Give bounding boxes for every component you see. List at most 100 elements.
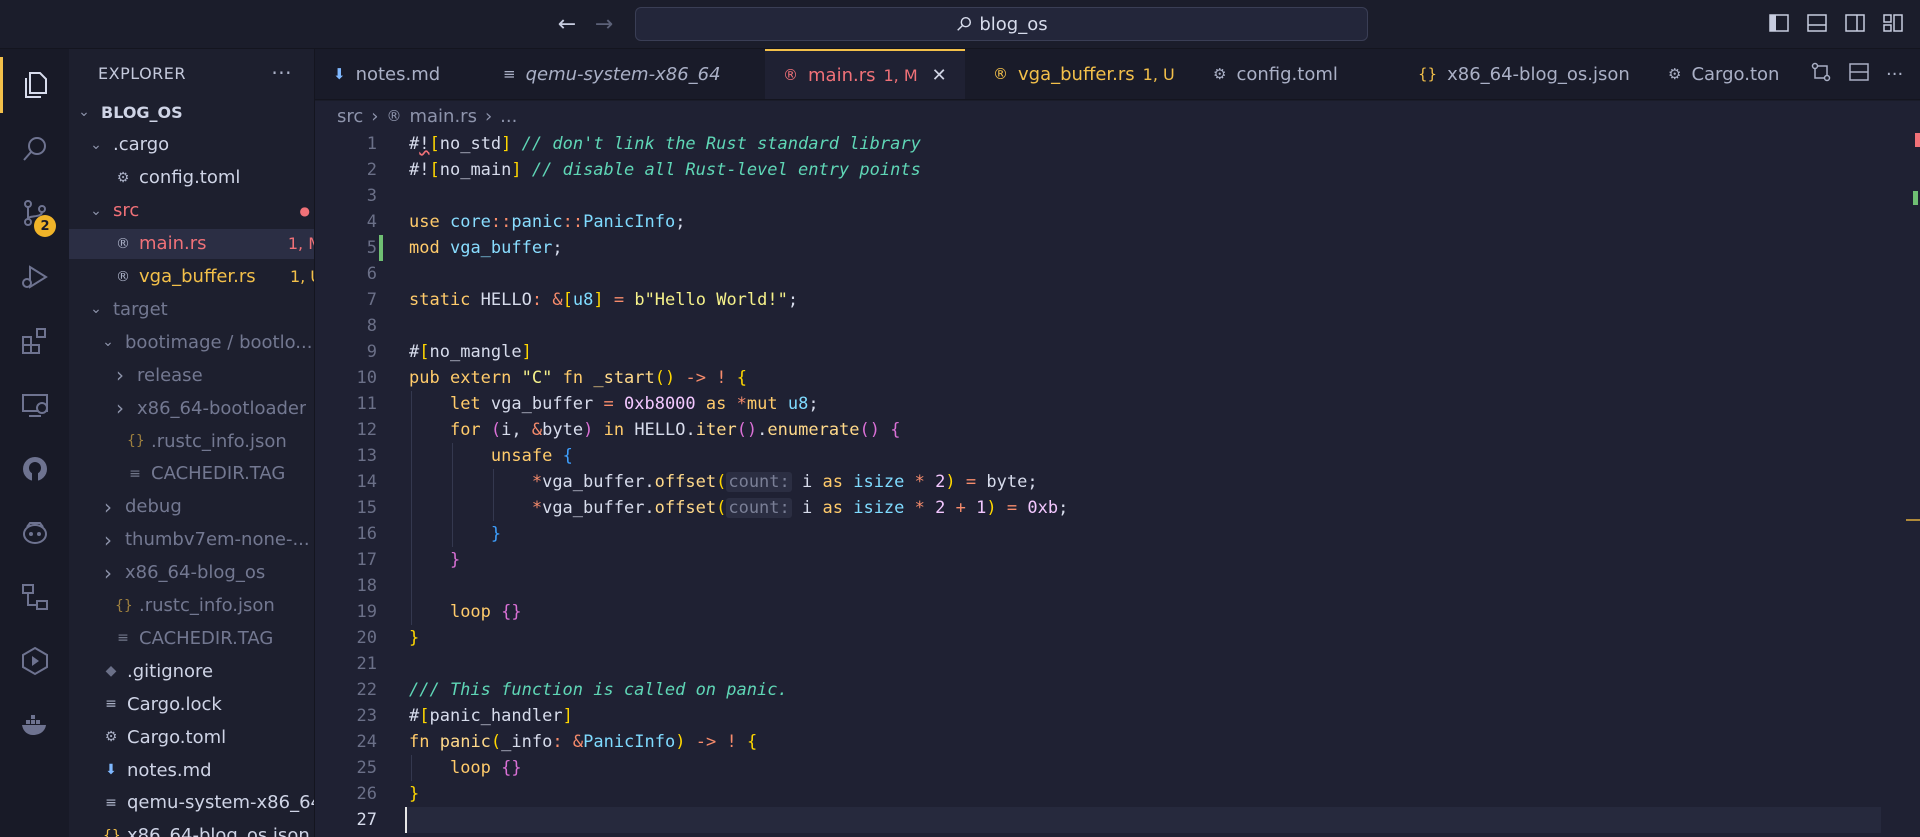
file-type-icon: ⬇ <box>105 762 117 778</box>
tree-item[interactable]: ⚙ config.toml <box>69 163 314 193</box>
code-line[interactable]: loop {} <box>409 755 522 781</box>
code-line[interactable]: #![no_main] // disable all Rust-level en… <box>409 157 921 183</box>
breadcrumb-symbols[interactable]: ... <box>500 106 517 127</box>
code-line[interactable]: } <box>409 625 419 651</box>
line-number: 19 <box>356 602 377 622</box>
explorer-title: EXPLORER <box>98 63 186 83</box>
editor-tab-bar: ⬇ notes.md ≡ qemu-system-x86_64 ® main.rs 1, M… <box>315 49 1920 100</box>
tree-item[interactable]: ⌄ BLOG_OS <box>69 97 314 127</box>
code-line[interactable]: *vga_buffer.offset(count: i as isize * 2… <box>409 495 1068 521</box>
code-line[interactable]: /// This function is called on panic. <box>409 677 788 703</box>
code-line[interactable]: for (i, &byte) in HELLO.iter().enumerate… <box>409 417 901 443</box>
tree-item[interactable]: › x86_64-bootloader <box>69 393 314 423</box>
close-icon[interactable]: ✕ <box>932 65 947 86</box>
code-line[interactable]: } <box>409 521 501 547</box>
more-actions-icon[interactable]: ··· <box>1886 64 1903 85</box>
toggle-primary-sidebar-icon[interactable] <box>1768 12 1790 34</box>
tree-item-label: x86_64-bootloader <box>137 397 307 419</box>
breadcrumb-file[interactable]: main.rs <box>409 106 476 127</box>
tree-item[interactable]: ≡ Cargo.lock <box>69 689 314 719</box>
tree-item[interactable]: › x86_64-blog_os <box>69 558 314 588</box>
file-type-icon: ® <box>783 66 798 84</box>
code-line[interactable]: fn panic(_info: &PanicInfo) -> ! { <box>409 729 757 755</box>
tree-item[interactable]: ◆ .gitignore <box>69 656 314 686</box>
extensions-icon[interactable] <box>0 313 69 369</box>
tree-item[interactable]: ≡ CACHEDIR.TAG <box>69 623 314 653</box>
timeline-icon[interactable] <box>0 569 69 625</box>
file-type-icon: ® <box>116 268 130 285</box>
code-editor[interactable]: 1 2 3 4 5 6 7 8 9 10 11 12 13 14 15 16 17 18 19 20 21 22 23 24 2… <box>315 131 1920 837</box>
editor-tab[interactable]: ⬇ notes.md <box>315 49 458 99</box>
line-number: 8 <box>366 316 377 336</box>
code-line[interactable]: pub extern "C" fn _start() -> ! { <box>409 365 747 391</box>
tree-item[interactable]: ⚙ Cargo.toml <box>69 722 314 752</box>
code-line[interactable]: #[no_mangle] <box>409 339 532 365</box>
tree-item[interactable]: › debug <box>69 492 314 522</box>
file-type-icon: {} <box>127 433 145 449</box>
github-icon[interactable] <box>0 441 69 497</box>
tree-item[interactable]: ≡ qemu-system-x86_64 <box>69 788 314 818</box>
code-line[interactable]: mod vga_buffer; <box>409 235 563 261</box>
editor-tab[interactable]: ≡ qemu-system-x86_64 <box>485 49 739 99</box>
search-icon <box>957 16 972 31</box>
editor-tab[interactable]: ® vga_buffer.rs 1, U <box>975 49 1193 99</box>
testing-icon[interactable] <box>0 633 69 689</box>
docker-icon[interactable] <box>0 697 69 753</box>
customize-layout-icon[interactable] <box>1882 12 1904 34</box>
code-line[interactable]: #![no_std] // don't link the Rust standa… <box>409 131 921 157</box>
tree-item[interactable]: ® vga_buffer.rs 1, U <box>69 262 314 292</box>
more-actions-icon[interactable]: ··· <box>271 61 292 85</box>
source-control-icon[interactable]: 2 <box>0 185 69 241</box>
toggle-secondary-sidebar-icon[interactable] <box>1844 12 1866 34</box>
change-marker <box>1913 191 1918 205</box>
code-line[interactable]: static HELLO: &[u8] = b"Hello World!"; <box>409 287 798 313</box>
breadcrumb-folder[interactable]: src <box>337 106 363 127</box>
code-line[interactable]: } <box>409 781 419 807</box>
tree-item[interactable]: ⌄ src ● <box>69 196 314 226</box>
code-line[interactable]: *vga_buffer.offset(count: i as isize * 2… <box>409 469 1038 495</box>
line-number: 12 <box>356 420 377 440</box>
code-line[interactable]: use core::panic::PanicInfo; <box>409 209 685 235</box>
split-editor-icon[interactable] <box>1848 61 1870 87</box>
editor-tab[interactable]: ⚙ config.toml <box>1195 49 1356 99</box>
forward-arrow-icon[interactable]: → <box>592 12 616 37</box>
chevron-right-icon: › <box>116 363 124 388</box>
file-type-icon: {} <box>1418 65 1438 83</box>
tree-item[interactable]: ⌄ .cargo <box>69 130 314 160</box>
indent-guide <box>493 469 494 521</box>
toggle-panel-icon[interactable] <box>1806 12 1828 34</box>
tree-item[interactable]: {} .rustc_info.json <box>69 591 314 621</box>
tree-item-label: main.rs <box>139 233 207 255</box>
remote-explorer-icon[interactable] <box>0 377 69 433</box>
tree-item[interactable]: ⌄ bootimage / bootlo... <box>69 327 314 357</box>
code-line[interactable]: unsafe { <box>409 443 573 469</box>
tree-item[interactable]: › release <box>69 360 314 390</box>
editor-tab[interactable]: {} x86_64-blog_os.json <box>1400 49 1648 99</box>
open-changes-icon[interactable] <box>1810 61 1832 87</box>
tree-item[interactable]: {} x86_64-blog_os.json <box>69 821 314 837</box>
tree-item[interactable]: › thumbv7em-none-... <box>69 525 314 555</box>
editor-tab[interactable]: ® main.rs 1, M ✕ <box>765 49 965 99</box>
run-debug-icon[interactable] <box>0 249 69 305</box>
code-line[interactable]: let vga_buffer = 0xb8000 as *mut u8; <box>409 391 819 417</box>
tree-item[interactable]: ® main.rs 1, M <box>69 228 314 259</box>
code-line[interactable]: } <box>409 547 460 573</box>
tree-item[interactable]: ≡ CACHEDIR.TAG <box>69 459 314 489</box>
line-number: 5 <box>366 238 377 258</box>
file-type-icon: ≡ <box>105 696 117 713</box>
code-line[interactable] <box>405 807 1881 833</box>
command-center-search[interactable]: blog_os <box>635 7 1368 41</box>
editor-tab[interactable]: ⚙ Cargo.ton <box>1650 49 1797 99</box>
copilot-icon[interactable] <box>0 505 69 561</box>
explorer-icon[interactable] <box>0 57 69 113</box>
line-number: 11 <box>356 394 377 414</box>
search-icon[interactable] <box>0 121 69 177</box>
tab-label: x86_64-blog_os.json <box>1447 63 1630 85</box>
tree-item[interactable]: {} .rustc_info.json <box>69 426 314 456</box>
tree-item[interactable]: ⌄ target <box>69 294 314 324</box>
code-line[interactable]: loop {} <box>409 599 522 625</box>
tree-item[interactable]: ⬇ notes.md <box>69 755 314 785</box>
code-line[interactable]: #[panic_handler] <box>409 703 573 729</box>
back-arrow-icon[interactable]: ← <box>555 12 579 37</box>
file-type-icon: ≡ <box>117 630 129 647</box>
